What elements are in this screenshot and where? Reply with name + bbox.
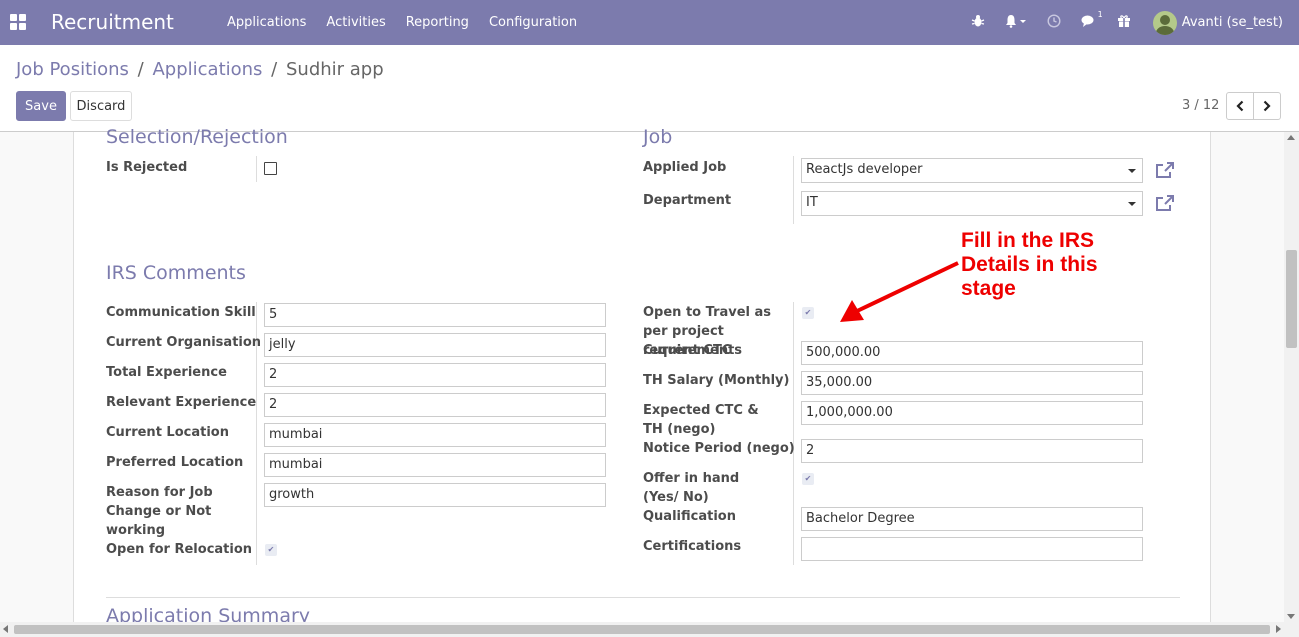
annotation-line: Details in this xyxy=(961,253,1098,276)
annotation-text: Fill in the IRS Details in this stage xyxy=(961,229,1098,301)
scroll-up-arrow[interactable] xyxy=(1287,135,1295,140)
certifications-label: Certifications xyxy=(643,539,742,554)
breadcrumb: Job Positions / Applications / Sudhir ap… xyxy=(16,59,384,80)
annotation-arrow xyxy=(840,261,959,322)
control-panel: Job Positions / Applications / Sudhir ap… xyxy=(0,45,1299,132)
breadcrumb-job-positions[interactable]: Job Positions xyxy=(16,59,129,80)
chevron-right-icon xyxy=(1263,100,1271,112)
label-divider xyxy=(793,156,794,224)
annotation-line: Fill in the IRS xyxy=(961,229,1095,252)
section-job: Job xyxy=(643,126,673,148)
qualification-input[interactable]: Bachelor Degree xyxy=(801,507,1143,531)
current-ctc-label: Current CTC xyxy=(643,343,732,358)
scroll-down-arrow[interactable] xyxy=(1287,614,1295,619)
external-link-icon[interactable] xyxy=(1155,161,1175,179)
pager-value[interactable]: 3 / 12 xyxy=(1182,98,1219,113)
is-rejected-label: Is Rejected xyxy=(106,160,188,175)
current-ctc-input[interactable]: 500,000.00 xyxy=(801,341,1143,365)
avatar xyxy=(1152,10,1177,35)
scroll-thumb[interactable] xyxy=(1286,250,1297,348)
current-organisation-label: Current Organisation xyxy=(106,335,262,350)
open-for-relocation-checkbox[interactable]: ✔ xyxy=(265,544,277,556)
label-divider xyxy=(793,302,794,565)
reason-job-change-input[interactable]: growth xyxy=(264,483,606,507)
save-button[interactable]: Save xyxy=(16,91,66,121)
communication-skill-input[interactable]: 5 xyxy=(264,303,606,327)
horizontal-scrollbar[interactable] xyxy=(0,622,1299,637)
top-navbar: Recruitment Applications Activities Repo… xyxy=(0,0,1299,45)
bug-icon[interactable] xyxy=(971,14,985,32)
th-salary-input[interactable]: 35,000.00 xyxy=(801,371,1143,395)
total-experience-input[interactable]: 2 xyxy=(264,363,606,387)
scroll-thumb[interactable] xyxy=(14,625,1270,634)
applied-job-value: ReactJs developer xyxy=(806,162,923,177)
vertical-scrollbar[interactable] xyxy=(1284,132,1299,622)
current-organisation-input[interactable]: jelly xyxy=(264,333,606,357)
reason-job-change-label: Reason for Job Change or Not working xyxy=(106,485,213,538)
pager-previous-button[interactable] xyxy=(1226,92,1254,120)
expected-ctc-input[interactable]: 1,000,000.00 xyxy=(801,401,1143,425)
relevant-experience-input[interactable]: 2 xyxy=(264,393,606,417)
annotation-line: stage xyxy=(961,277,1016,300)
section-selection-rejection: Selection/Rejection xyxy=(106,126,288,148)
breadcrumb-current: Sudhir app xyxy=(285,59,384,80)
notice-period-label: Notice Period (nego) xyxy=(643,441,795,456)
applied-job-select[interactable]: ReactJs developer xyxy=(801,158,1143,183)
menu-activities[interactable]: Activities xyxy=(316,15,395,30)
department-label: Department xyxy=(643,193,732,208)
form-sheet: Selection/Rejection Job Is Rejected Appl… xyxy=(73,126,1211,637)
department-select[interactable]: IT xyxy=(801,191,1143,216)
main-menu: Applications Activities Reporting Config… xyxy=(217,15,587,30)
preferred-location-input[interactable]: mumbai xyxy=(264,453,606,477)
department-value: IT xyxy=(806,195,818,210)
scroll-right-arrow[interactable] xyxy=(1276,625,1281,633)
certifications-input[interactable] xyxy=(801,537,1143,561)
chevron-left-icon xyxy=(1236,100,1244,112)
total-experience-label: Total Experience xyxy=(106,365,227,380)
th-salary-label: TH Salary (Monthly) xyxy=(643,373,790,388)
chat-icon[interactable]: 1 xyxy=(1081,10,1103,32)
communication-skill-label: Communication Skill xyxy=(106,305,256,320)
open-to-travel-checkbox[interactable]: ✔ xyxy=(802,307,814,319)
menu-reporting[interactable]: Reporting xyxy=(396,15,479,30)
apps-menu-icon[interactable] xyxy=(10,14,26,30)
section-irs-comments: IRS Comments xyxy=(106,262,246,284)
pager-next-button[interactable] xyxy=(1253,92,1281,120)
applied-job-label: Applied Job xyxy=(643,160,727,175)
menu-applications[interactable]: Applications xyxy=(217,15,316,30)
user-menu[interactable]: Avanti (se_test) xyxy=(1152,10,1283,35)
breadcrumb-applications[interactable]: Applications xyxy=(152,59,262,80)
qualification-label: Qualification xyxy=(643,509,736,524)
offer-in-hand-checkbox[interactable]: ✔ xyxy=(802,473,814,485)
label-divider xyxy=(256,156,257,182)
notice-period-input[interactable]: 2 xyxy=(801,439,1143,463)
preferred-location-label: Preferred Location xyxy=(106,455,244,470)
breadcrumb-separator: / xyxy=(271,59,278,80)
app-brand[interactable]: Recruitment xyxy=(51,10,174,34)
section-divider xyxy=(106,597,1180,598)
user-name: Avanti (se_test) xyxy=(1181,15,1283,30)
discard-button[interactable]: Discard xyxy=(70,91,132,121)
scroll-left-arrow[interactable] xyxy=(3,625,8,633)
external-link-icon[interactable] xyxy=(1155,194,1175,212)
relevant-experience-label: Relevant Experience xyxy=(106,395,257,410)
breadcrumb-separator: / xyxy=(137,59,144,80)
clock-icon[interactable] xyxy=(1047,13,1061,32)
gift-icon[interactable] xyxy=(1117,14,1131,32)
expected-ctc-label: Expected CTC & TH (nego) xyxy=(643,403,759,437)
offer-in-hand-label: Offer in hand (Yes/ No) xyxy=(643,471,740,505)
menu-configuration[interactable]: Configuration xyxy=(479,15,587,30)
current-location-input[interactable]: mumbai xyxy=(264,423,606,447)
systray: 1 Avanti (se_test) xyxy=(961,0,1299,45)
current-location-label: Current Location xyxy=(106,425,229,440)
is-rejected-checkbox[interactable] xyxy=(264,162,277,175)
chat-badge: 1 xyxy=(1097,9,1103,19)
open-for-relocation-label: Open for Relocation xyxy=(106,542,253,557)
bell-icon[interactable] xyxy=(1005,14,1027,32)
